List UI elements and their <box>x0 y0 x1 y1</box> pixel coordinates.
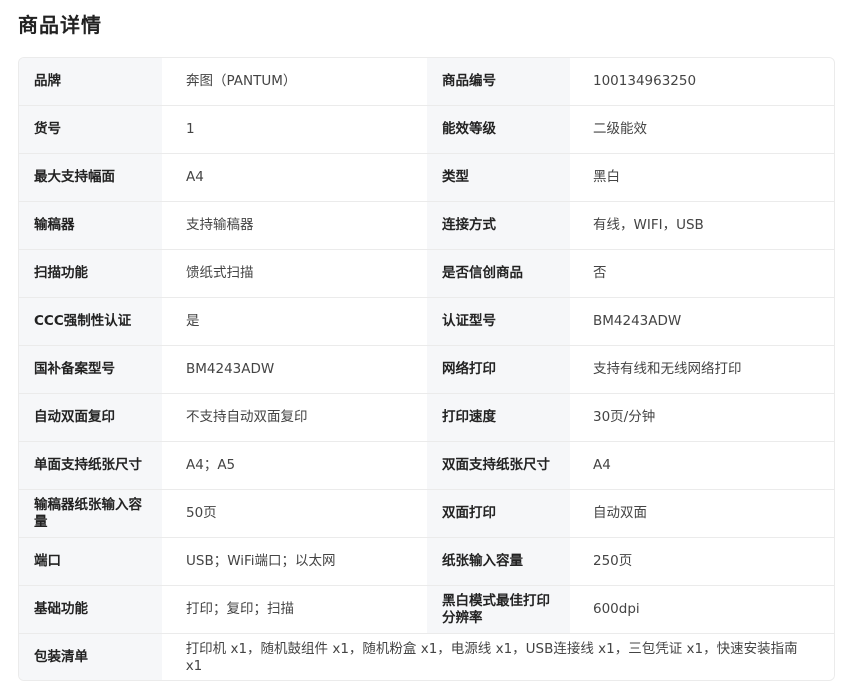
spec-row-packing-list: 包装清单 打印机 x1，随机鼓组件 x1，随机粉盒 x1，电源线 x1，USB连… <box>19 634 834 680</box>
packing-list-value: 打印机 x1，随机鼓组件 x1，随机粉盒 x1，电源线 x1，USB连接线 x1… <box>161 634 834 680</box>
spec-row: 品牌 奔图（PANTUM） 商品编号 100134963250 <box>19 58 834 106</box>
spec-value: 30页/分钟 <box>570 394 834 441</box>
spec-value: BM4243ADW <box>570 298 834 345</box>
spec-value: 不支持自动双面复印 <box>162 394 427 441</box>
spec-value: 馈纸式扫描 <box>162 250 427 297</box>
packing-list-key: 包装清单 <box>19 634 162 680</box>
spec-key: CCC强制性认证 <box>19 298 162 345</box>
spec-key: 双面打印 <box>427 490 570 537</box>
spec-key: 连接方式 <box>427 202 570 249</box>
spec-value: 支持有线和无线网络打印 <box>570 346 834 393</box>
spec-value: 250页 <box>570 538 834 585</box>
spec-value: A4 <box>162 154 427 201</box>
spec-row: 端口 USB；WiFi端口；以太网 纸张输入容量 250页 <box>19 538 834 586</box>
spec-row: 最大支持幅面 A4 类型 黑白 <box>19 154 834 202</box>
spec-key: 双面支持纸张尺寸 <box>427 442 570 489</box>
spec-value: A4；A5 <box>162 442 427 489</box>
spec-row: 输稿器 支持输稿器 连接方式 有线，WIFI，USB <box>19 202 834 250</box>
spec-key: 认证型号 <box>427 298 570 345</box>
spec-value: 1 <box>162 106 427 153</box>
spec-row: 基础功能 打印；复印；扫描 黑白模式最佳打印分辨率 600dpi <box>19 586 834 634</box>
spec-row: 单面支持纸张尺寸 A4；A5 双面支持纸张尺寸 A4 <box>19 442 834 490</box>
spec-key: 最大支持幅面 <box>19 154 162 201</box>
spec-key: 能效等级 <box>427 106 570 153</box>
spec-key: 类型 <box>427 154 570 201</box>
spec-value: USB；WiFi端口；以太网 <box>162 538 427 585</box>
spec-value: 黑白 <box>570 154 834 201</box>
spec-row: 自动双面复印 不支持自动双面复印 打印速度 30页/分钟 <box>19 394 834 442</box>
spec-row: 输稿器纸张输入容量 50页 双面打印 自动双面 <box>19 490 834 538</box>
spec-value: 打印；复印；扫描 <box>162 586 427 633</box>
spec-value: 奔图（PANTUM） <box>162 58 427 105</box>
spec-value: A4 <box>570 442 834 489</box>
spec-value: 支持输稿器 <box>162 202 427 249</box>
spec-key: 输稿器纸张输入容量 <box>19 490 162 537</box>
spec-value: 否 <box>570 250 834 297</box>
spec-key: 国补备案型号 <box>19 346 162 393</box>
spec-key: 输稿器 <box>19 202 162 249</box>
spec-key: 货号 <box>19 106 162 153</box>
spec-row: CCC强制性认证 是 认证型号 BM4243ADW <box>19 298 834 346</box>
spec-key: 单面支持纸张尺寸 <box>19 442 162 489</box>
spec-row: 货号 1 能效等级 二级能效 <box>19 106 834 154</box>
spec-value: BM4243ADW <box>162 346 427 393</box>
spec-value: 自动双面 <box>570 490 834 537</box>
spec-value: 50页 <box>162 490 427 537</box>
spec-key: 基础功能 <box>19 586 162 633</box>
page-title: 商品详情 <box>18 13 102 37</box>
spec-key: 品牌 <box>19 58 162 105</box>
spec-value: 600dpi <box>570 586 834 633</box>
spec-value: 是 <box>162 298 427 345</box>
spec-key: 纸张输入容量 <box>427 538 570 585</box>
spec-row: 扫描功能 馈纸式扫描 是否信创商品 否 <box>19 250 834 298</box>
spec-value: 有线，WIFI，USB <box>570 202 834 249</box>
spec-key: 扫描功能 <box>19 250 162 297</box>
spec-key: 商品编号 <box>427 58 570 105</box>
spec-key: 打印速度 <box>427 394 570 441</box>
spec-row: 国补备案型号 BM4243ADW 网络打印 支持有线和无线网络打印 <box>19 346 834 394</box>
spec-key: 自动双面复印 <box>19 394 162 441</box>
spec-value: 二级能效 <box>570 106 834 153</box>
spec-key: 是否信创商品 <box>427 250 570 297</box>
spec-value: 100134963250 <box>570 58 834 105</box>
spec-table: 品牌 奔图（PANTUM） 商品编号 100134963250 货号 1 能效等… <box>18 57 835 681</box>
spec-key: 网络打印 <box>427 346 570 393</box>
spec-key: 黑白模式最佳打印分辨率 <box>427 586 570 633</box>
spec-key: 端口 <box>19 538 162 585</box>
